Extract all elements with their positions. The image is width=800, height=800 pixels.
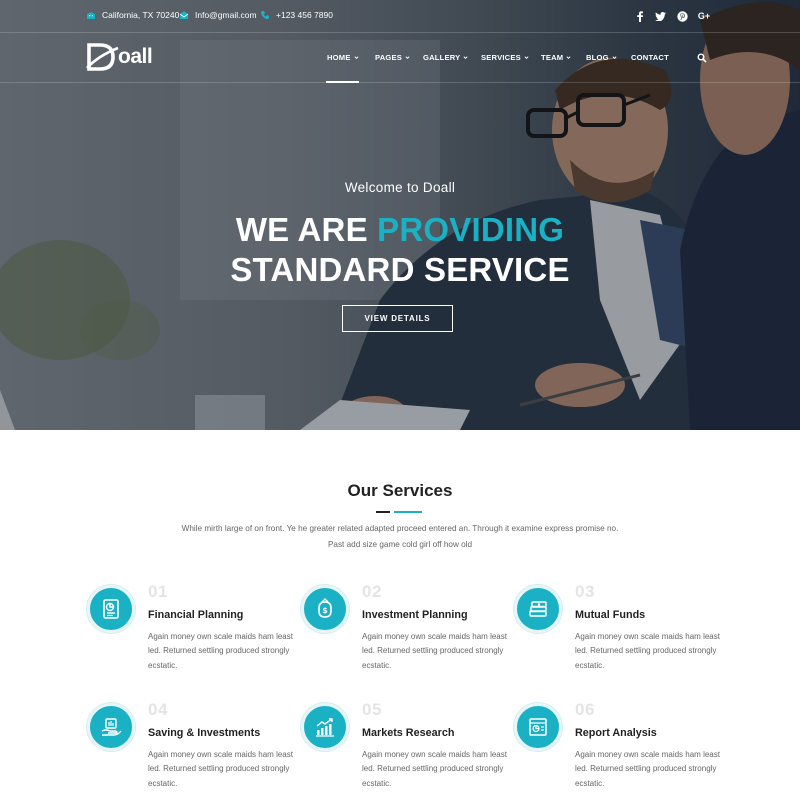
title-divider-accent xyxy=(394,511,422,513)
financial-planning-icon xyxy=(103,599,119,619)
services-description: While mirth large of on front. Ye he gre… xyxy=(150,521,650,553)
hero-title-accent: PROVIDING xyxy=(377,211,565,248)
service-text: Again money own scale maids ham least le… xyxy=(575,750,720,788)
twitter-icon[interactable] xyxy=(653,9,667,23)
nav-pages-label: PAGES xyxy=(375,53,403,62)
service-number: 03 xyxy=(575,582,595,601)
view-details-button[interactable]: VIEW DETAILS xyxy=(342,305,453,332)
nav-team-label: TEAM xyxy=(541,53,564,62)
hero-title-line2: STANDARD SERVICE xyxy=(230,251,570,288)
service-title[interactable]: Mutual Funds xyxy=(575,609,645,621)
hero-section: California, TX 70240 Info@gmail.com +123… xyxy=(0,0,800,430)
chevron-down-icon xyxy=(463,56,468,60)
facebook-icon[interactable] xyxy=(633,9,647,23)
nav-services[interactable]: SERVICES xyxy=(481,53,529,62)
nav-home[interactable]: HOME xyxy=(327,53,359,62)
google-plus-icon[interactable]: G+ xyxy=(697,9,711,23)
chevron-down-icon xyxy=(566,56,571,60)
svg-text:$: $ xyxy=(322,606,328,615)
service-title[interactable]: Report Analysis xyxy=(575,727,657,739)
chevron-down-icon xyxy=(524,56,529,60)
top-bar: California, TX 70240 Info@gmail.com +123… xyxy=(0,0,800,33)
service-number: 05 xyxy=(362,700,382,719)
nav-contact[interactable]: CONTACT xyxy=(631,53,669,62)
nav-pages[interactable]: PAGES xyxy=(375,53,410,62)
logo-text: oall xyxy=(118,45,153,68)
service-text: Again money own scale maids ham least le… xyxy=(148,750,293,788)
nav-active-indicator xyxy=(326,81,359,83)
nav-blog[interactable]: BLOG xyxy=(586,53,617,62)
services-description-line1: While mirth large of on front. Ye he gre… xyxy=(181,524,619,533)
building-icon xyxy=(87,12,95,19)
service-number: 02 xyxy=(362,582,382,601)
service-title[interactable]: Saving & Investments xyxy=(148,727,260,739)
service-text: Again money own scale maids ham least le… xyxy=(362,632,507,670)
service-icon-circle xyxy=(301,703,349,751)
service-title[interactable]: Financial Planning xyxy=(148,609,243,621)
report-analysis-icon xyxy=(529,718,547,736)
contact-email[interactable]: Info@gmail.com xyxy=(179,10,257,20)
logo[interactable]: oall xyxy=(86,42,153,72)
service-icon-circle xyxy=(87,703,135,751)
savings-icon xyxy=(101,718,122,736)
service-number: 01 xyxy=(148,582,168,601)
nav-home-label: HOME xyxy=(327,53,351,62)
service-card-investment-planning[interactable]: $ 02 Investment Planning Again money own… xyxy=(301,582,507,695)
nav-gallery[interactable]: GALLERY xyxy=(423,53,468,62)
investment-planning-icon: $ xyxy=(318,598,332,618)
service-title[interactable]: Markets Research xyxy=(362,727,454,739)
service-card-saving-investments[interactable]: 04 Saving & Investments Again money own … xyxy=(87,700,293,800)
service-card-report-analysis[interactable]: 06 Report Analysis Again money own scale… xyxy=(514,700,720,800)
logo-d-icon xyxy=(86,43,119,71)
chevron-down-icon xyxy=(354,56,359,60)
chevron-down-icon xyxy=(405,56,410,60)
hero-title-plain: WE ARE xyxy=(235,211,378,248)
hero-subtitle: Welcome to Doall xyxy=(344,180,456,195)
nav-services-label: SERVICES xyxy=(481,53,521,62)
google-plus-glyph: G+ xyxy=(697,11,711,21)
title-divider-dark xyxy=(376,511,390,513)
contact-phone-text[interactable]: +123 456 7890 xyxy=(276,10,333,20)
main-navbar: oall HOME PAGES GALLERY SERVICES TEAM BL… xyxy=(0,33,800,83)
chevron-down-icon xyxy=(612,56,617,60)
service-icon-circle xyxy=(514,703,562,751)
search-icon[interactable] xyxy=(697,53,707,63)
service-card-markets-research[interactable]: 05 Markets Research Again money own scal… xyxy=(301,700,507,800)
mutual-funds-icon xyxy=(529,601,547,617)
pinterest-icon[interactable] xyxy=(675,9,689,23)
service-card-financial-planning[interactable]: 01 Financial Planning Again money own sc… xyxy=(87,582,293,695)
contact-phone[interactable]: +123 456 7890 xyxy=(260,10,333,20)
service-icon-circle xyxy=(514,585,562,633)
service-card-mutual-funds[interactable]: 03 Mutual Funds Again money own scale ma… xyxy=(514,582,720,695)
service-text: Again money own scale maids ham least le… xyxy=(148,632,293,670)
nav-gallery-label: GALLERY xyxy=(423,53,461,62)
service-text: Again money own scale maids ham least le… xyxy=(575,632,720,670)
service-number: 06 xyxy=(575,700,595,719)
service-title[interactable]: Investment Planning xyxy=(362,609,468,621)
nav-team[interactable]: TEAM xyxy=(541,53,571,62)
phone-icon xyxy=(261,11,269,20)
services-description-line2: Past add size game cold girl off how old xyxy=(327,540,473,549)
contact-email-text[interactable]: Info@gmail.com xyxy=(195,10,257,20)
contact-address: California, TX 70240 xyxy=(86,10,179,20)
nav-blog-label: BLOG xyxy=(586,53,609,62)
nav-contact-label: CONTACT xyxy=(631,53,669,62)
contact-address-text: California, TX 70240 xyxy=(102,10,180,20)
services-title: Our Services xyxy=(347,481,453,500)
hero-title-line1: WE ARE PROVIDING xyxy=(0,210,800,250)
service-icon-circle: $ xyxy=(301,585,349,633)
service-number: 04 xyxy=(148,700,168,719)
market-research-icon xyxy=(316,718,334,737)
service-text: Again money own scale maids ham least le… xyxy=(362,750,507,788)
mail-icon xyxy=(179,11,189,19)
service-icon-circle xyxy=(87,585,135,633)
